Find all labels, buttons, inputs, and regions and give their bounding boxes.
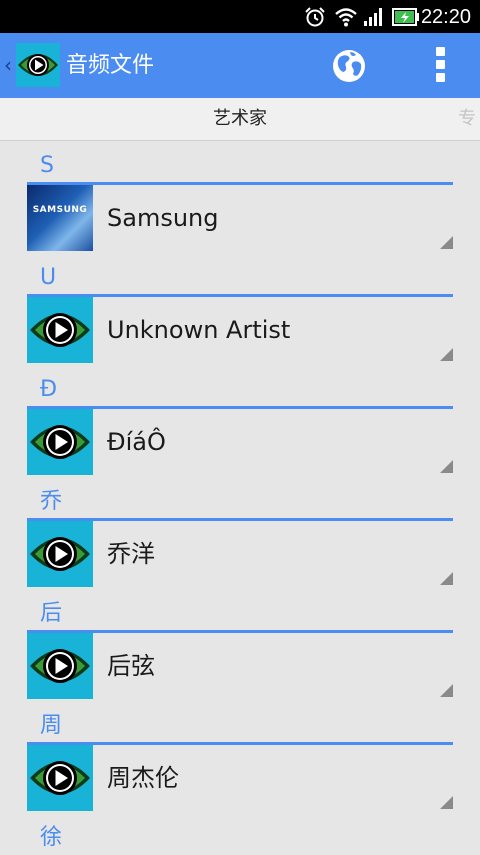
eye-play-icon [27, 745, 93, 811]
page-title: 音频文件 [66, 53, 155, 78]
section-letter: Ð [40, 377, 58, 402]
signal-icon [364, 8, 382, 26]
list-item[interactable]: 后弦 [27, 633, 453, 699]
wifi-icon [335, 8, 357, 27]
eye-play-icon[interactable] [16, 43, 60, 87]
artist-name: 周杰伦 [107, 764, 179, 792]
section-xu: 徐 [0, 813, 480, 855]
status-time: 22:20 [420, 6, 471, 28]
expand-corner-icon[interactable] [440, 236, 453, 249]
artist-name: ÐíáÔ [107, 428, 166, 456]
samsung-logo-text: SAMSUNG [32, 205, 88, 215]
section-zhou: 周 周杰伦 [0, 701, 480, 813]
section-letter: 徐 [40, 825, 63, 850]
list-item[interactable]: ÐíáÔ [27, 409, 453, 475]
list-item[interactable]: 周杰伦 [27, 745, 453, 811]
artist-name: 乔洋 [107, 540, 155, 568]
section-letter: 乔 [40, 489, 63, 514]
section-letter: 后 [40, 601, 63, 626]
eye-play-icon [27, 521, 93, 587]
list-item[interactable]: Unknown Artist [27, 297, 453, 363]
tab-strip: 艺术家 专 [0, 98, 480, 141]
overflow-menu-icon[interactable] [433, 47, 447, 83]
artist-list: S SAMSUNG Samsung U Unknown Artist Ð Ðíá… [0, 141, 480, 850]
up-navigation-icon[interactable]: ‹ [4, 53, 12, 77]
list-item[interactable]: 乔洋 [27, 521, 453, 587]
section-s: S SAMSUNG Samsung [0, 141, 480, 253]
status-bar: 22:20 [0, 0, 480, 33]
battery-charging-icon [392, 8, 419, 26]
artist-name: Samsung [107, 204, 219, 232]
globe-icon[interactable] [331, 48, 367, 84]
section-qiao: 乔 乔洋 [0, 477, 480, 589]
section-u: U Unknown Artist [0, 253, 480, 365]
eye-play-icon [27, 633, 93, 699]
tab-artists[interactable]: 艺术家 [0, 98, 480, 140]
section-letter: 周 [40, 713, 63, 738]
expand-corner-icon[interactable] [440, 684, 453, 697]
eye-play-icon [27, 409, 93, 475]
list-item[interactable]: SAMSUNG Samsung [27, 185, 453, 251]
expand-corner-icon[interactable] [440, 348, 453, 361]
section-d: Ð ÐíáÔ [0, 365, 480, 477]
expand-corner-icon[interactable] [440, 796, 453, 809]
alarm-icon [305, 7, 325, 27]
artist-name: Unknown Artist [107, 316, 291, 344]
tab-next-partial[interactable]: 专 [458, 98, 480, 140]
section-letter: U [40, 265, 57, 290]
samsung-logo: SAMSUNG [27, 185, 93, 251]
expand-corner-icon[interactable] [440, 572, 453, 585]
section-hou: 后 后弦 [0, 589, 480, 701]
artist-name: 后弦 [107, 652, 155, 680]
action-bar: ‹ 音频文件 [0, 33, 480, 98]
expand-corner-icon[interactable] [440, 460, 453, 473]
section-letter: S [40, 153, 54, 178]
eye-play-icon [27, 297, 93, 363]
